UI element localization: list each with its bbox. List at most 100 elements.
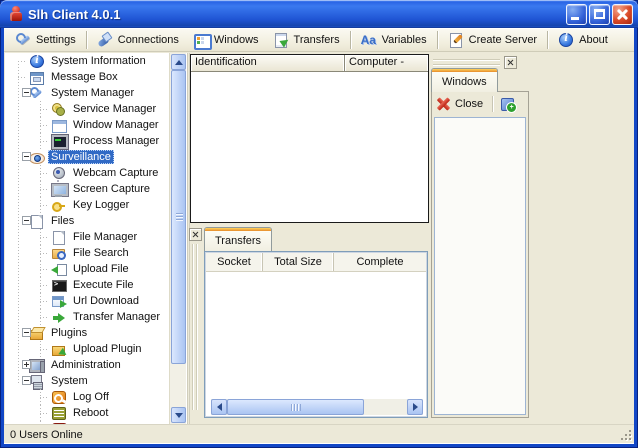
tree-item-key-logger[interactable]: Key Logger bbox=[5, 197, 169, 213]
windows-list[interactable] bbox=[434, 117, 526, 415]
tree-scrollbar[interactable] bbox=[169, 53, 186, 424]
tree-item-url-download[interactable]: Url Download bbox=[5, 293, 169, 309]
new-window-icon[interactable] bbox=[500, 96, 516, 112]
toolbar-button-windows[interactable]: Windows bbox=[186, 30, 266, 50]
tab-transfers[interactable]: Transfers bbox=[204, 227, 272, 251]
windows-panel-close-button[interactable] bbox=[504, 56, 517, 69]
tree-item-label: Log Off bbox=[70, 390, 112, 404]
plus-expander-icon[interactable] bbox=[22, 360, 31, 369]
toolbar-button-about[interactable]: About bbox=[551, 30, 615, 50]
arrow-up-icon bbox=[175, 60, 183, 65]
logoff-icon bbox=[51, 390, 67, 405]
tree-item-system[interactable]: System bbox=[5, 373, 169, 389]
tree-expander-slot bbox=[35, 229, 51, 245]
column-header-socket[interactable]: Socket bbox=[206, 253, 263, 271]
minus-expander-icon[interactable] bbox=[22, 328, 31, 337]
tree-item-label: Upload Plugin bbox=[70, 342, 145, 356]
toolbar-button-settings[interactable]: Settings bbox=[8, 30, 83, 50]
tree-item-label: Plugins bbox=[48, 326, 90, 340]
tab-windows[interactable]: Windows bbox=[431, 68, 498, 92]
tree-item-message-box[interactable]: Message Box bbox=[5, 69, 169, 85]
tree-item-system-information[interactable]: System Information bbox=[5, 53, 169, 69]
tree-expander-slot bbox=[35, 405, 51, 421]
tree-item-label: Message Box bbox=[48, 70, 121, 84]
scrollbar-thumb[interactable] bbox=[171, 70, 186, 364]
title-bar: Slh Client 4.0.1 bbox=[0, 0, 638, 28]
tree-item-system-manager[interactable]: System Manager bbox=[5, 85, 169, 101]
close-button[interactable] bbox=[612, 4, 633, 25]
tree-item-service-manager[interactable]: Service Manager bbox=[5, 101, 169, 117]
column-header-computer[interactable]: Computer - bbox=[345, 55, 428, 71]
tree-item-plugins[interactable]: Plugins bbox=[5, 325, 169, 341]
tree-item-administration[interactable]: Administration bbox=[5, 357, 169, 373]
windows-panel-toolbar: Close bbox=[432, 92, 528, 116]
tree-item-screen-capture[interactable]: Screen Capture bbox=[5, 181, 169, 197]
column-header-complete[interactable]: Complete bbox=[334, 253, 426, 271]
console-icon bbox=[51, 278, 67, 293]
toolbar-button-transfers[interactable]: Transfers bbox=[266, 30, 347, 50]
column-header-total-size[interactable]: Total Size bbox=[263, 253, 334, 271]
toolbar-button-connections[interactable]: Connections bbox=[90, 30, 186, 50]
scroll-up-button[interactable] bbox=[171, 54, 186, 70]
tree-expander-slot bbox=[13, 373, 29, 389]
tree-item-process-manager[interactable]: Process Manager bbox=[5, 133, 169, 149]
tree-item-surveillance[interactable]: Surveillance bbox=[5, 149, 169, 165]
transfers-panel: SocketTotal SizeComplete bbox=[204, 251, 428, 418]
tree-item-file-manager[interactable]: File Manager bbox=[5, 229, 169, 245]
transfers-panel-drag-handle[interactable] bbox=[192, 244, 197, 410]
maximize-icon bbox=[594, 9, 605, 19]
tree-item-label: Webcam Capture bbox=[70, 166, 161, 180]
tree-expander-slot bbox=[35, 277, 51, 293]
toolbar-separator bbox=[492, 96, 493, 112]
minus-expander-icon[interactable] bbox=[22, 216, 31, 225]
tree-items: System InformationMessage BoxSystem Mana… bbox=[5, 53, 169, 424]
scroll-left-button[interactable] bbox=[211, 399, 227, 415]
tree-item-label: Window Manager bbox=[70, 118, 162, 132]
tree-item-files[interactable]: Files bbox=[5, 213, 169, 229]
edoc-icon bbox=[448, 32, 464, 48]
column-header-identification[interactable]: Identification bbox=[191, 55, 345, 71]
reboot-icon bbox=[51, 406, 67, 421]
tree-expander-slot bbox=[35, 293, 51, 309]
minus-expander-icon[interactable] bbox=[22, 88, 31, 97]
info-icon bbox=[29, 54, 45, 69]
gears-icon bbox=[51, 102, 67, 117]
windows-panel-drag-handle[interactable] bbox=[433, 59, 500, 65]
toolbar-button-create-server[interactable]: Create Server bbox=[441, 30, 544, 50]
tree-item-execute-file[interactable]: Execute File bbox=[5, 277, 169, 293]
window-title: Slh Client 4.0.1 bbox=[28, 7, 564, 22]
toolbar-label-about: About bbox=[579, 34, 608, 46]
arrow-down-icon bbox=[175, 413, 183, 418]
scroll-right-button[interactable] bbox=[407, 399, 423, 415]
transfers-panel-close-button[interactable] bbox=[189, 228, 202, 241]
tree-item-transfer-manager[interactable]: Transfer Manager bbox=[5, 309, 169, 325]
tree-item-file-search[interactable]: File Search bbox=[5, 245, 169, 261]
tree-item-window-manager[interactable]: Window Manager bbox=[5, 117, 169, 133]
tree-item-label: Administration bbox=[48, 358, 124, 372]
tree-item-log-off[interactable]: Log Off bbox=[5, 389, 169, 405]
toolbar-separator bbox=[547, 31, 548, 49]
resize-grip[interactable] bbox=[618, 427, 632, 441]
scroll-down-button[interactable] bbox=[171, 407, 186, 423]
minus-expander-icon[interactable] bbox=[22, 376, 31, 385]
filepage-icon bbox=[51, 230, 67, 245]
tree-expander-slot bbox=[35, 117, 51, 133]
tree-item-webcam-capture[interactable]: Webcam Capture bbox=[5, 165, 169, 181]
wrench-icon bbox=[29, 86, 45, 101]
maximize-button[interactable] bbox=[589, 4, 610, 25]
tree-item-label: File Search bbox=[70, 246, 132, 260]
close-window-button[interactable]: Close bbox=[455, 98, 483, 110]
tree-expander-slot bbox=[35, 133, 51, 149]
tree-expander-slot bbox=[35, 181, 51, 197]
tree-expander-slot bbox=[35, 197, 51, 213]
transfers-horizontal-scrollbar[interactable] bbox=[211, 399, 423, 415]
tree-item-upload-plugin[interactable]: Upload Plugin bbox=[5, 341, 169, 357]
arrow-left-icon bbox=[217, 403, 222, 411]
minimize-button[interactable] bbox=[566, 4, 587, 25]
eye-icon bbox=[29, 150, 45, 165]
tree-item-upload-file[interactable]: Upload File bbox=[5, 261, 169, 277]
tree-item-reboot[interactable]: Reboot bbox=[5, 405, 169, 421]
scrollbar-thumb[interactable] bbox=[227, 399, 364, 415]
toolbar-button-variables[interactable]: Variables bbox=[354, 30, 434, 50]
minus-expander-icon[interactable] bbox=[22, 152, 31, 161]
